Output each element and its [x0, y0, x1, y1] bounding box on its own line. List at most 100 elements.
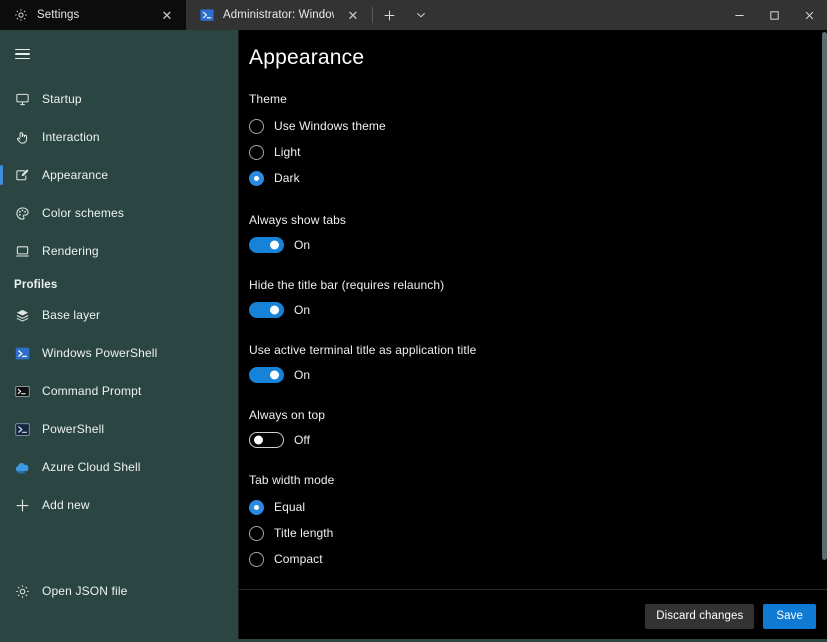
sidebar-item-label: Appearance	[42, 168, 109, 182]
settings-sidebar: Startup Interaction Appearance Color sch…	[0, 30, 238, 642]
radio-equal[interactable]: Equal	[249, 494, 827, 520]
setting-label: Use active terminal title as application…	[249, 343, 477, 357]
radio-indicator	[249, 144, 264, 160]
sidebar-item-powershell[interactable]: PowerShell	[0, 414, 238, 444]
radio-label: Dark	[274, 171, 300, 185]
radio-label: Light	[274, 145, 301, 159]
radio-title-length[interactable]: Title length	[249, 520, 827, 546]
save-button[interactable]: Save	[763, 603, 816, 629]
sidebar-item-windows-powershell[interactable]: Windows PowerShell	[0, 338, 238, 368]
toggle-row: On	[249, 234, 827, 256]
sidebar-item-label: Color schemes	[42, 206, 124, 220]
interaction-icon	[14, 129, 31, 146]
radio-dark[interactable]: Dark	[249, 165, 827, 191]
open-json-file-button[interactable]: Open JSON file	[0, 576, 238, 606]
window-body: Startup Interaction Appearance Color sch…	[0, 30, 827, 642]
radio-label: Title length	[274, 526, 334, 540]
sidebar-footer: Open JSON file	[0, 576, 238, 642]
setting-tab-width-mode: Tab width mode Equal Title length Compac…	[249, 473, 827, 572]
radio-use-windows-theme[interactable]: Use Windows theme	[249, 113, 827, 139]
toggle-state-label: On	[294, 368, 311, 382]
gear-icon	[14, 583, 31, 600]
gear-icon	[13, 7, 29, 23]
radio-light[interactable]: Light	[249, 139, 827, 165]
title-bar: Settings ✕ Administrator: Windows PowerS…	[0, 0, 827, 30]
powershell-icon	[199, 7, 215, 23]
toggle-state-label: On	[294, 238, 311, 252]
sidebar-item-appearance[interactable]: Appearance	[0, 160, 238, 190]
sidebar-item-rendering[interactable]: Rendering	[0, 236, 238, 266]
azure-cloud-icon	[14, 459, 31, 476]
sidebar-item-label: Rendering	[42, 244, 99, 258]
setting-label: Theme	[249, 92, 287, 106]
tab-administrator-powershell[interactable]: Administrator: Windows PowerS ✕	[186, 0, 372, 30]
sidebar-item-interaction[interactable]: Interaction	[0, 122, 238, 152]
sidebar-item-startup[interactable]: Startup	[0, 84, 238, 114]
setting-theme: Theme Use Windows theme Light Dark	[249, 92, 827, 191]
radio-compact[interactable]: Compact	[249, 546, 827, 572]
vertical-scrollbar[interactable]	[822, 30, 827, 589]
sidebar-item-label: Command Prompt	[42, 384, 142, 398]
toggle-state-label: On	[294, 303, 311, 317]
toggle-always-on-top[interactable]	[249, 432, 284, 448]
tab-settings[interactable]: Settings ✕	[0, 0, 186, 30]
sidebar-item-label: Interaction	[42, 130, 100, 144]
sidebar-item-add-new[interactable]: Add new	[0, 490, 238, 520]
tab-strip: Settings ✕ Administrator: Windows PowerS…	[0, 0, 722, 30]
radio-indicator	[249, 170, 264, 186]
sidebar-item-label: Add new	[42, 498, 90, 512]
powershell-icon	[14, 345, 31, 362]
rendering-icon	[14, 243, 31, 260]
window-controls	[722, 0, 827, 30]
radio-label: Equal	[274, 500, 306, 514]
hamburger-icon[interactable]	[0, 34, 44, 74]
startup-icon	[14, 91, 31, 108]
settings-scroll-area: Appearance Theme Use Windows theme Light	[239, 30, 827, 589]
setting-label: Always show tabs	[249, 213, 346, 227]
settings-content: Appearance Theme Use Windows theme Light	[238, 30, 827, 642]
sidebar-group-title: Profiles	[14, 279, 58, 291]
radio-label: Use Windows theme	[274, 119, 386, 133]
powershell-dark-icon	[14, 421, 31, 438]
setting-hide-title-bar: Hide the title bar (requires relaunch) O…	[249, 278, 827, 321]
tab-close-button[interactable]: ✕	[156, 4, 178, 26]
tab-title: Administrator: Windows PowerS	[223, 9, 334, 21]
setting-label: Hide the title bar (requires relaunch)	[249, 278, 445, 292]
discard-changes-button[interactable]: Discard changes	[645, 603, 755, 629]
toggle-always-show-tabs[interactable]	[249, 237, 284, 253]
sidebar-item-azure-cloud-shell[interactable]: Azure Cloud Shell	[0, 452, 238, 482]
sidebar-item-label: Base layer	[42, 308, 101, 322]
tab-close-button[interactable]: ✕	[342, 4, 364, 26]
setting-use-active-terminal-title: Use active terminal title as application…	[249, 343, 827, 386]
sidebar-item-label: Startup	[42, 92, 82, 106]
new-tab-button[interactable]	[373, 0, 405, 30]
setting-label: Tab width mode	[249, 473, 335, 487]
radio-indicator	[249, 499, 264, 515]
sidebar-item-color-schemes[interactable]: Color schemes	[0, 198, 238, 228]
radio-indicator	[249, 118, 264, 134]
sidebar-item-label: PowerShell	[42, 422, 105, 436]
toggle-hide-title-bar[interactable]	[249, 302, 284, 318]
toggle-row: Off	[249, 429, 827, 451]
chevron-down-icon[interactable]	[405, 0, 437, 30]
layers-icon	[14, 307, 31, 324]
sidebar-nav: Startup Interaction Appearance Color sch…	[0, 84, 238, 576]
sidebar-item-command-prompt[interactable]: Command Prompt	[0, 376, 238, 406]
plus-icon	[14, 497, 31, 514]
terminal-settings-window: Settings ✕ Administrator: Windows PowerS…	[0, 0, 827, 642]
maximize-button[interactable]	[757, 0, 792, 30]
minimize-button[interactable]	[722, 0, 757, 30]
sidebar-item-label: Azure Cloud Shell	[42, 460, 141, 474]
toggle-row: On	[249, 364, 827, 386]
cmd-icon	[14, 383, 31, 400]
toggle-use-active-terminal-title[interactable]	[249, 367, 284, 383]
setting-label: Always on top	[249, 408, 326, 422]
open-json-file-label: Open JSON file	[42, 584, 128, 598]
radio-label: Compact	[274, 552, 323, 566]
appearance-icon	[14, 167, 31, 184]
setting-always-on-top: Always on top Off	[249, 408, 827, 451]
scrollbar-thumb[interactable]	[822, 32, 827, 560]
setting-always-show-tabs: Always show tabs On	[249, 213, 827, 256]
sidebar-item-base-layer[interactable]: Base layer	[0, 300, 238, 330]
close-button[interactable]	[792, 0, 827, 30]
